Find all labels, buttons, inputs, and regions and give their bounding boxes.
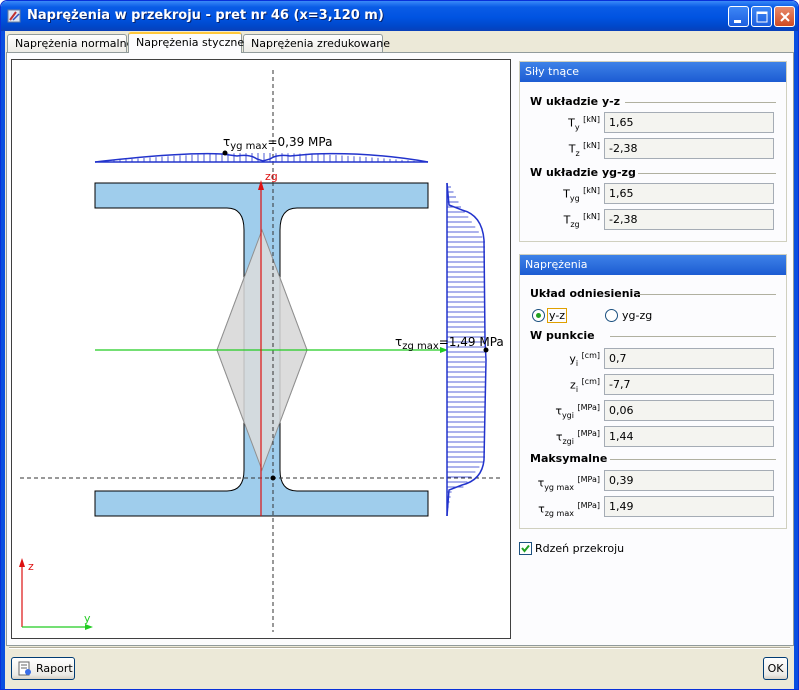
tzgi-field[interactable]: 1,44 <box>604 426 774 447</box>
checkmark-icon <box>521 544 530 553</box>
maximize-button[interactable] <box>751 6 772 27</box>
tau-yg-diagram <box>94 152 429 163</box>
tzgi-label: τzgi [MPa] <box>555 429 600 446</box>
tab-reduced-stress[interactable]: Naprężenia zredukowane <box>243 34 390 52</box>
zi-field[interactable]: -7,7 <box>604 374 774 395</box>
window-frame-right <box>794 31 798 689</box>
tyg-field[interactable]: 1,65 <box>604 183 774 204</box>
ty-label: Ty [kN] <box>568 115 600 132</box>
title-bar[interactable]: Naprężenia w przekroju - pret nr 46 (x=3… <box>1 1 798 31</box>
maximal-heading: Maksymalne <box>530 452 776 465</box>
footer-separator <box>9 647 790 649</box>
report-button-label: Raport <box>36 662 73 675</box>
report-button[interactable]: Raport <box>11 657 75 680</box>
ty-field[interactable]: 1,65 <box>604 112 774 133</box>
core-checkbox-label[interactable]: Rdzeń przekroju <box>535 542 624 555</box>
stresses-header: Naprężenia <box>520 255 786 275</box>
radio-ygzg-label[interactable]: yg-zg <box>622 309 652 322</box>
reference-label: Układ odniesienia <box>530 287 641 300</box>
shear-forces-panel: Siły tnące W układzie y-z Ty [kN] 1,65 T… <box>519 61 787 242</box>
tab-shear-stress[interactable]: Naprężenia styczne <box>128 32 244 53</box>
maximal-label: Maksymalne <box>530 452 608 465</box>
stresses-panel: Naprężenia Układ odniesienia y-z yg-zg W… <box>519 254 787 529</box>
tzg-label: Tzg [kN] <box>563 212 600 229</box>
reference-heading: Układ odniesienia <box>530 287 776 300</box>
tygi-field[interactable]: 0,06 <box>604 400 774 421</box>
minimize-icon <box>734 20 741 23</box>
tau-zg-diagram <box>446 182 487 517</box>
tz-label: Tz [kN] <box>568 141 600 158</box>
dialog-window: Naprężenia w przekroju - pret nr 46 (x=3… <box>0 0 799 690</box>
minimize-button[interactable] <box>728 6 749 27</box>
yi-field[interactable]: 0,7 <box>604 348 774 369</box>
close-button[interactable] <box>774 6 795 27</box>
radio-ygzg[interactable] <box>605 309 618 322</box>
zg-axis-label: zg <box>265 170 278 183</box>
tygi-label: τygi [MPa] <box>555 403 600 420</box>
section-drawing-svg: zg τyg max=0,39 MPa τzg max=1,49 MPa z y <box>19 70 504 632</box>
tygmax-field[interactable]: 0,39 <box>604 470 774 491</box>
tau-yg-max-label: τyg max=0,39 MPa <box>223 135 332 152</box>
report-icon <box>18 661 31 676</box>
section-ygzg-label: W układzie yg-zg <box>530 166 636 179</box>
window-frame-left <box>1 31 5 689</box>
window-title: Naprężenia w przekroju - pret nr 46 (x=3… <box>27 8 384 23</box>
section-yz-heading: W układzie y-z <box>530 95 776 108</box>
global-y-label: y <box>84 612 91 625</box>
radio-yz-label[interactable]: y-z <box>547 308 568 323</box>
radio-yz[interactable] <box>532 309 545 322</box>
section-ygzg-heading: W układzie yg-zg <box>530 166 776 179</box>
tz-field[interactable]: -2,38 <box>604 138 774 159</box>
tzgmax-field[interactable]: 1,49 <box>604 496 774 517</box>
tzgmax-label: τzg max [MPa] <box>538 501 600 518</box>
at-point-heading: W punkcie <box>530 329 776 342</box>
section-drawing: zg τyg max=0,39 MPa τzg max=1,49 MPa z y <box>11 59 511 639</box>
tab-normal-stress[interactable]: Naprężenia normalne <box>7 34 133 52</box>
app-icon <box>7 9 21 23</box>
core-checkbox[interactable] <box>519 542 532 555</box>
section-yz-label: W układzie y-z <box>530 95 621 108</box>
at-point-label: W punkcie <box>530 329 595 342</box>
tyg-label: Tyg [kN] <box>563 186 600 203</box>
tygmax-label: τyg max [MPa] <box>537 475 600 492</box>
global-z-label: z <box>28 560 34 573</box>
tzg-field[interactable]: -2,38 <box>604 209 774 230</box>
zi-label: zi [cm] <box>570 377 600 394</box>
maximize-icon <box>756 11 768 23</box>
ok-button[interactable]: OK <box>763 657 788 680</box>
shear-forces-header: Siły tnące <box>520 62 786 82</box>
yi-label: yi [cm] <box>569 351 600 368</box>
close-icon <box>780 12 790 22</box>
